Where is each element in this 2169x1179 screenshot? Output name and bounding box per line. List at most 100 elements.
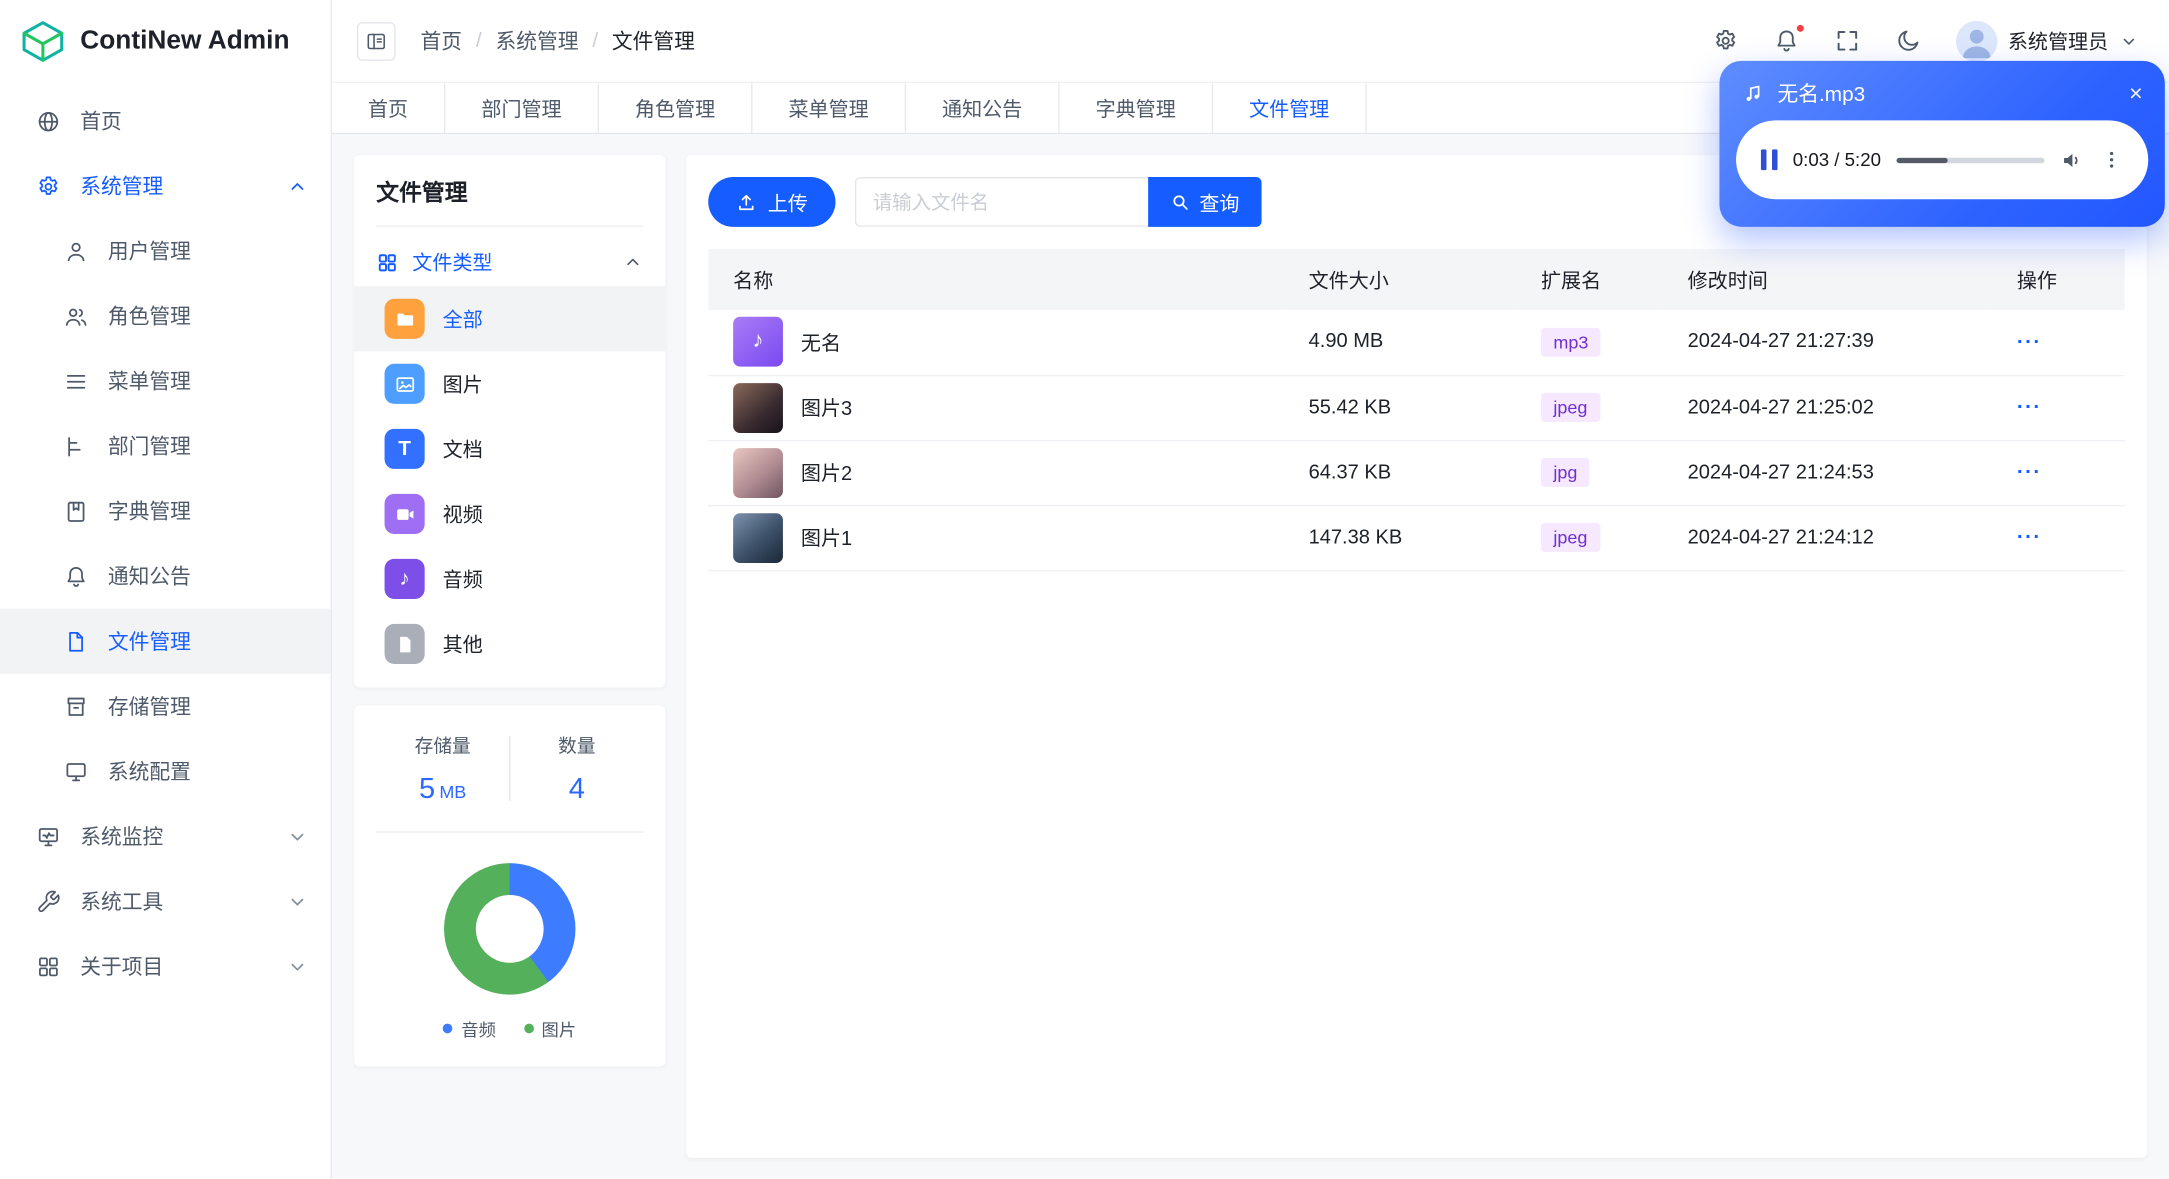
wrench-icon — [36, 889, 61, 914]
image-thumbnail — [733, 382, 783, 433]
sidebar-item-users[interactable]: 用户管理 — [0, 219, 331, 284]
audio-controls: 0:03 / 5:20 — [1736, 120, 2149, 200]
tab-notice[interactable]: 通知公告 — [906, 82, 1060, 133]
file-name: 图片1 — [800, 528, 853, 551]
fullscreen-icon[interactable] — [1834, 28, 1860, 54]
app-window: ContiNew Admin 首页 系统管理 用户管理 角色管理 菜单管理 部门… — [0, 0, 2169, 1179]
image-icon — [384, 363, 425, 404]
volume-icon[interactable] — [2060, 147, 2085, 172]
ext-badge: jpeg — [1540, 522, 1600, 552]
apps-grid-icon — [376, 251, 398, 273]
sidebar-item-dictionary[interactable]: 字典管理 — [0, 479, 331, 544]
filename-search-input[interactable] — [854, 177, 1149, 227]
divider — [376, 831, 644, 833]
ext-badge: jpeg — [1540, 392, 1600, 422]
bell-icon — [64, 564, 89, 589]
type-item-all[interactable]: 全部 — [354, 286, 666, 352]
gear-icon — [36, 174, 61, 199]
legend-image: 图片 — [523, 1015, 576, 1041]
logo[interactable]: ContiNew Admin — [0, 0, 331, 83]
type-item-audio[interactable]: ♪ 音频 — [354, 546, 665, 611]
sidebar-item-departments[interactable]: 部门管理 — [0, 414, 331, 479]
file-name: 图片3 — [800, 398, 853, 421]
tab-dictionary[interactable]: 字典管理 — [1060, 82, 1214, 133]
music-note-icon — [1742, 82, 1766, 106]
tab-menu[interactable]: 菜单管理 — [753, 82, 907, 133]
modified-time: 2024-04-27 21:24:53 — [1662, 439, 1992, 506]
video-icon — [384, 493, 425, 534]
sidebar-item-home[interactable]: 首页 — [0, 89, 331, 154]
chevron-down-icon — [286, 890, 308, 912]
upload-icon — [736, 192, 757, 213]
player-progress-fill — [1896, 157, 1949, 163]
tab-file-management[interactable]: 文件管理 — [1213, 82, 1367, 133]
table-row[interactable]: 图片2 64.37 KB jpg 2024-04-27 21:24:53 ··· — [708, 439, 2125, 506]
breadcrumb-home[interactable]: 首页 — [421, 26, 463, 55]
row-actions-more-icon[interactable]: ··· — [2017, 396, 2042, 420]
row-actions-more-icon[interactable]: ··· — [2017, 330, 2042, 354]
sidebar-item-files[interactable]: 文件管理 — [0, 608, 331, 674]
image-thumbnail — [733, 447, 783, 498]
dark-mode-moon-icon[interactable] — [1894, 28, 1920, 54]
query-button[interactable]: 查询 — [1148, 177, 1262, 227]
app-logo-icon — [19, 18, 66, 65]
music-note-icon: ♪ — [384, 558, 425, 599]
player-progress-bar[interactable] — [1896, 157, 2045, 163]
sidebar-item-storage[interactable]: 存储管理 — [0, 674, 331, 739]
sidebar-item-about[interactable]: 关于项目 — [0, 934, 331, 999]
sidebar-item-config[interactable]: 系统配置 — [0, 739, 331, 804]
sidebar-item-roles[interactable]: 角色管理 — [0, 284, 331, 349]
file-size: 4.90 MB — [1283, 309, 1517, 376]
search-group: 查询 — [854, 177, 1262, 227]
tab-department[interactable]: 部门管理 — [445, 82, 599, 133]
table-row[interactable]: 图片1 147.38 KB jpeg 2024-04-27 21:24:12 ·… — [708, 504, 2125, 571]
image-thumbnail — [733, 512, 783, 563]
settings-icon[interactable] — [1712, 28, 1738, 54]
storage-stat: 存储量 5 MB — [376, 730, 509, 806]
sidebar-item-tools[interactable]: 系统工具 — [0, 869, 331, 934]
row-actions-more-icon[interactable]: ··· — [2017, 526, 2042, 550]
close-icon[interactable]: × — [2129, 82, 2143, 106]
sidebar-item-menus[interactable]: 菜单管理 — [0, 349, 331, 414]
upload-button[interactable]: 上传 — [708, 177, 836, 227]
type-item-image[interactable]: 图片 — [354, 351, 665, 416]
storage-stats-panel: 存储量 5 MB 数量 4 音频 图片 — [354, 705, 666, 1067]
file-type-section-toggle[interactable]: 文件类型 — [376, 248, 643, 277]
chevron-up-icon — [286, 175, 308, 197]
monitor-pulse-icon — [36, 824, 61, 849]
table-row[interactable]: 图片3 55.42 KB jpeg 2024-04-27 21:25:02 ··… — [708, 374, 2125, 441]
type-item-document[interactable]: T 文档 — [354, 416, 665, 481]
sidebar-menu: 首页 系统管理 用户管理 角色管理 菜单管理 部门管理 字典管理 通知公告 文件… — [0, 83, 331, 1004]
type-item-other[interactable]: 其他 — [354, 611, 665, 676]
app-title: ContiNew Admin — [80, 26, 290, 56]
sidebar-item-notices[interactable]: 通知公告 — [0, 544, 331, 609]
pause-button[interactable] — [1760, 149, 1778, 171]
avatar — [1955, 20, 1997, 62]
sidebar: ContiNew Admin 首页 系统管理 用户管理 角色管理 菜单管理 部门… — [0, 0, 332, 1179]
user-menu[interactable]: 系统管理员 — [1955, 20, 2138, 62]
row-actions-more-icon[interactable]: ··· — [2017, 461, 2042, 485]
breadcrumb-system[interactable]: 系统管理 — [495, 26, 578, 55]
sidebar-item-system[interactable]: 系统管理 — [0, 154, 331, 219]
modified-time: 2024-04-27 21:27:39 — [1662, 309, 1992, 376]
tab-role[interactable]: 角色管理 — [599, 82, 753, 133]
col-header-time: 修改时间 — [1662, 248, 1992, 310]
notifications-bell-icon[interactable] — [1773, 23, 1805, 54]
legend-dot — [443, 1023, 454, 1034]
grid-icon — [36, 954, 61, 979]
col-header-size: 文件大小 — [1283, 248, 1517, 310]
storage-icon — [64, 694, 89, 719]
count-stat: 数量 4 — [510, 730, 643, 806]
sidebar-collapse-button[interactable] — [356, 21, 396, 61]
col-header-actions: 操作 — [1991, 248, 2125, 310]
monitor-icon — [64, 759, 89, 784]
sidebar-item-monitoring[interactable]: 系统监控 — [0, 804, 331, 869]
chevron-up-icon — [622, 252, 643, 273]
table-row[interactable]: ♪ 无名 4.90 MB mp3 2024-04-27 21:27:39 ··· — [708, 309, 2125, 376]
type-item-video[interactable]: 视频 — [354, 481, 665, 546]
kebab-menu-icon[interactable] — [2100, 148, 2124, 172]
tab-home[interactable]: 首页 — [332, 82, 446, 133]
folder-icon — [384, 298, 425, 339]
book-icon — [64, 499, 89, 524]
breadcrumb-separator: / — [592, 29, 599, 53]
